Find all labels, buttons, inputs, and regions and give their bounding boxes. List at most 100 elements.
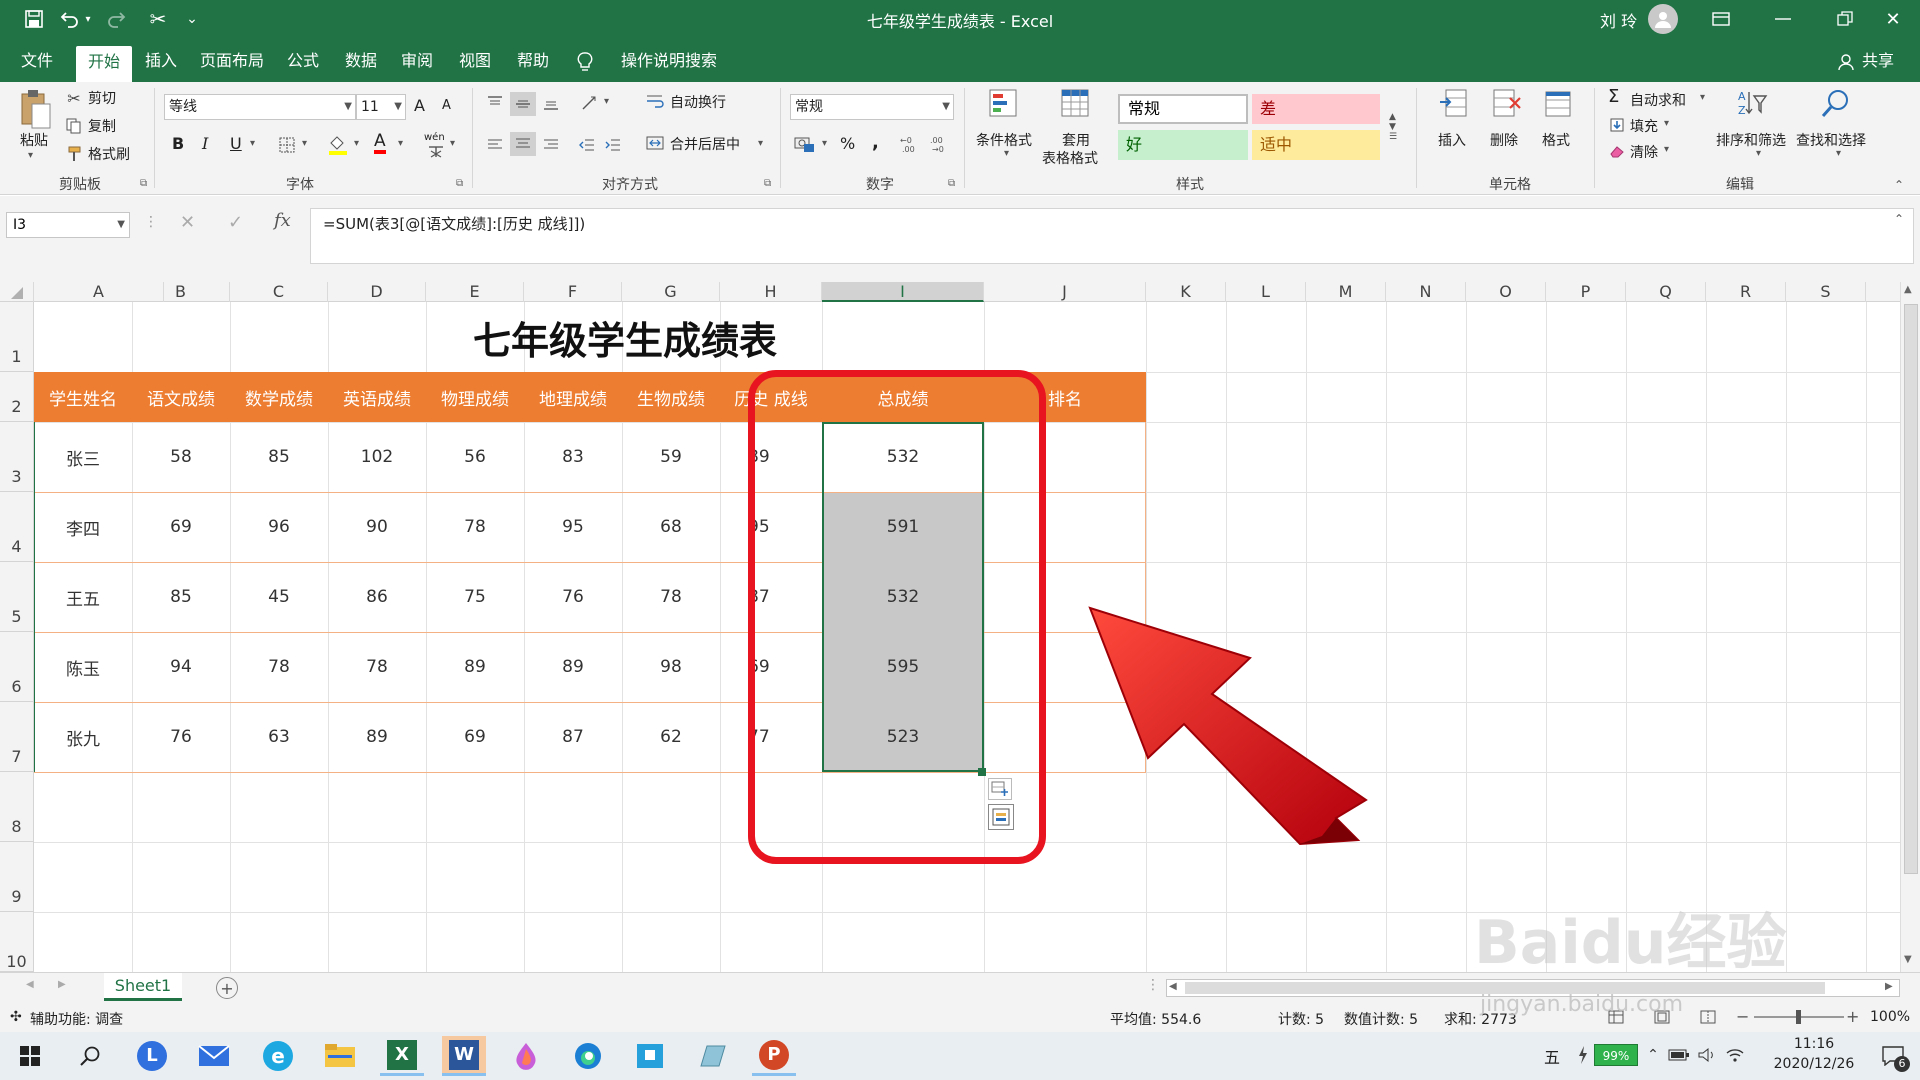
column-header[interactable]: F <box>524 282 622 302</box>
font-launcher-icon[interactable]: ⧉ <box>456 178 463 189</box>
column-header[interactable]: C <box>230 282 328 302</box>
conditional-format-icon[interactable] <box>986 86 1022 122</box>
tab-insert[interactable]: 插入 <box>142 48 180 74</box>
font-color-dropdown-icon[interactable]: ▾ <box>398 138 403 149</box>
share-button[interactable]: 共享 <box>1858 48 1898 74</box>
confirm-formula-icon[interactable]: ✓ <box>228 212 243 233</box>
column-header[interactable]: P <box>1546 282 1626 302</box>
styles-gallery-scroll[interactable]: ▲ ▼ ☰ <box>1384 92 1402 162</box>
insert-cells-button[interactable]: 插入 <box>1438 130 1466 150</box>
conditional-format-button[interactable]: 条件格式 <box>976 130 1032 150</box>
header-physics[interactable]: 物理成绩 <box>426 372 524 422</box>
insert-cells-icon[interactable] <box>1436 86 1472 122</box>
copy-button[interactable]: 复制 <box>88 116 116 136</box>
ribbon-display-icon[interactable] <box>1706 8 1736 30</box>
scroll-left-icon[interactable]: ◀ <box>1169 981 1177 992</box>
paste-icon[interactable] <box>16 86 56 134</box>
windows-start-icon[interactable] <box>8 1036 52 1076</box>
increase-indent-icon[interactable] <box>602 134 624 156</box>
column-header[interactable]: Q <box>1626 282 1706 302</box>
table-cell[interactable]: 78 <box>230 632 328 702</box>
battery-icon[interactable] <box>1668 1044 1690 1066</box>
sort-filter-icon[interactable]: AZ <box>1734 86 1770 122</box>
table-cell[interactable]: 76 <box>132 702 230 772</box>
grow-font-button[interactable]: A <box>414 96 425 115</box>
percent-button[interactable]: % <box>840 134 855 153</box>
search-icon[interactable] <box>68 1036 112 1076</box>
name-box[interactable]: I3 ▼ <box>6 212 130 238</box>
autosum-dropdown-icon[interactable]: ▾ <box>1700 92 1705 103</box>
select-all-corner[interactable] <box>0 282 34 302</box>
table-cell[interactable]: 78 <box>622 562 720 632</box>
number-format-box[interactable]: 常规 ▼ <box>790 94 954 120</box>
battery-indicator[interactable]: 99% <box>1594 1044 1638 1066</box>
delete-cells-button[interactable]: 删除 <box>1490 130 1518 150</box>
underline-button[interactable]: U <box>230 134 242 153</box>
zoom-in-icon[interactable]: + <box>1846 1007 1859 1026</box>
orientation-dropdown-icon[interactable]: ▾ <box>604 96 609 107</box>
table-cell[interactable]: 95 <box>524 492 622 562</box>
excel-app-icon[interactable]: X <box>380 1036 424 1076</box>
column-header[interactable]: J <box>984 282 1146 302</box>
format-as-table-line1[interactable]: 套用 <box>1062 130 1090 150</box>
scroll-down-icon[interactable]: ▼ <box>1904 954 1912 965</box>
sheet-prev-icon[interactable]: ◀ <box>26 979 34 990</box>
shrink-font-button[interactable]: A <box>442 98 451 113</box>
chevron-up-icon[interactable]: ⌃ <box>1644 1044 1662 1066</box>
format-cells-button[interactable]: 格式 <box>1542 130 1570 150</box>
bold-button[interactable]: B <box>172 134 184 153</box>
paste-label[interactable]: 粘贴 <box>20 130 48 150</box>
tell-me-search[interactable]: 操作说明搜索 <box>604 48 734 74</box>
tab-split-grip-icon[interactable]: ⋮ <box>1146 977 1160 993</box>
phonetic-dropdown-icon[interactable]: ▾ <box>450 138 455 149</box>
decrease-indent-icon[interactable] <box>576 134 598 156</box>
ie-browser-icon[interactable]: e <box>256 1036 300 1076</box>
column-header[interactable]: L <box>1226 282 1306 302</box>
table-cell[interactable]: 75 <box>426 562 524 632</box>
row-header[interactable]: 10 <box>0 912 34 972</box>
column-header-selected[interactable]: I <box>822 282 984 302</box>
header-math[interactable]: 数学成绩 <box>230 372 328 422</box>
table-cell[interactable]: 78 <box>426 492 524 562</box>
table-cell[interactable]: 94 <box>132 632 230 702</box>
wrap-text-button[interactable]: 自动换行 <box>670 92 726 112</box>
fill-color-icon[interactable] <box>326 132 350 158</box>
align-center-icon[interactable] <box>510 132 536 156</box>
column-header[interactable]: S <box>1786 282 1866 302</box>
add-sheet-icon[interactable]: + <box>216 977 238 999</box>
mail-app-icon[interactable] <box>192 1036 236 1076</box>
powerpoint-app-icon[interactable]: P <box>752 1036 796 1076</box>
conditional-dropdown-icon[interactable]: ▾ <box>1004 148 1009 159</box>
table-cell[interactable]: 76 <box>524 562 622 632</box>
accounting-format-icon[interactable] <box>792 132 818 156</box>
table-cell[interactable]: 45 <box>230 562 328 632</box>
cancel-formula-icon[interactable]: ✕ <box>180 212 195 233</box>
sheet-next-icon[interactable]: ▶ <box>58 979 66 990</box>
header-biology[interactable]: 生物成绩 <box>622 372 720 422</box>
align-left-icon[interactable] <box>484 134 506 156</box>
file-explorer-icon[interactable] <box>318 1036 362 1076</box>
table-cell[interactable]: 89 <box>328 702 426 772</box>
fill-button[interactable]: 填充 <box>1630 116 1658 136</box>
column-header[interactable]: E <box>426 282 524 302</box>
column-header[interactable]: N <box>1386 282 1466 302</box>
column-header[interactable]: M <box>1306 282 1386 302</box>
font-size-box[interactable]: 11 ▼ <box>356 94 406 120</box>
minimize-icon[interactable] <box>1768 8 1798 30</box>
vertical-scroll-thumb[interactable] <box>1904 304 1918 874</box>
comma-button[interactable]: , <box>872 132 879 153</box>
table-cell[interactable]: 58 <box>132 422 230 492</box>
table-cell[interactable]: 85 <box>230 422 328 492</box>
clipboard-launcher-icon[interactable]: ⧉ <box>140 178 147 189</box>
formula-input[interactable]: =SUM(表3[@[语文成绩]:[历史 成线]]) <box>310 208 1914 264</box>
find-select-button[interactable]: 查找和选择 <box>1796 130 1866 150</box>
scroll-up-icon[interactable]: ▲ <box>1904 284 1912 295</box>
volume-icon[interactable] <box>1696 1044 1718 1066</box>
table-cell[interactable]: 李四 <box>34 492 132 562</box>
column-header[interactable]: K <box>1146 282 1226 302</box>
row-header[interactable]: 7 <box>0 702 34 772</box>
table-cell[interactable]: 62 <box>622 702 720 772</box>
format-as-table-line2[interactable]: 表格格式 <box>1042 148 1098 168</box>
taskbar-time[interactable]: 11:16 <box>1764 1036 1864 1052</box>
fill-color-dropdown-icon[interactable]: ▾ <box>354 138 359 149</box>
